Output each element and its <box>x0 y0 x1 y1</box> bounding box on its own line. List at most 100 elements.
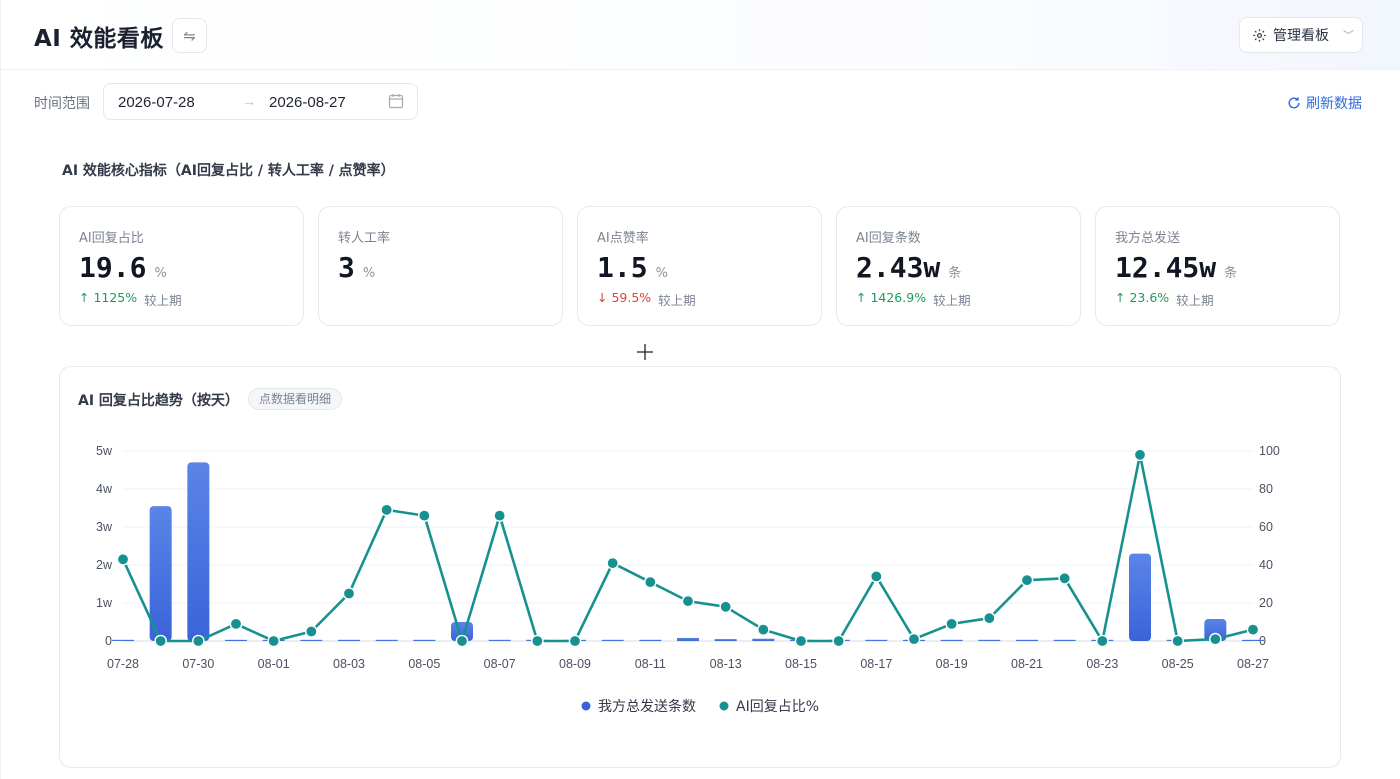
bar <box>677 637 699 641</box>
series-line <box>121 453 1254 643</box>
chevron-down-icon: ﹀ <box>1343 29 1354 42</box>
line-point <box>418 509 431 522</box>
line-point <box>907 632 921 646</box>
kpi-unit: 条 <box>948 266 962 281</box>
bar <box>149 506 172 641</box>
y-left-tick-label: 1w <box>96 596 113 610</box>
bar <box>187 462 210 641</box>
line-point <box>1020 573 1034 587</box>
line-point <box>681 594 695 608</box>
calendar-icon[interactable] <box>388 93 404 109</box>
kpi-value-row: 1.5% <box>597 251 668 284</box>
kpi-label: AI回复条数 <box>856 231 921 246</box>
core-metrics-title: AI 效能核心指标（AI回复占比 / 转人工率 / 点赞率） <box>62 163 395 179</box>
x-tick-label: 08-13 <box>710 657 742 671</box>
kpi-value-row: 2.43w 条 <box>856 251 961 284</box>
crosshair-cursor-icon <box>637 344 653 360</box>
y-right-tick-label: 100 <box>1259 444 1280 458</box>
y-left-tick-label: 3w <box>96 520 113 534</box>
kpi-label: AI点赞率 <box>597 231 649 246</box>
refresh-data-button[interactable]: 刷新数据 <box>1287 93 1362 113</box>
bar <box>978 639 1001 641</box>
refresh-data-label: 刷新数据 <box>1306 96 1362 112</box>
line-point <box>644 575 657 589</box>
kpi-unit: 条 <box>1224 266 1238 281</box>
bar <box>714 639 737 641</box>
line-point <box>229 617 243 631</box>
kpi-card: 转人工率 3% <box>318 206 563 326</box>
bar <box>1129 553 1151 641</box>
line-point <box>455 634 469 648</box>
manage-dashboard-button[interactable]: 管理看板 ﹀ <box>1239 17 1363 53</box>
kpi-compare-label: 较上期 <box>933 293 971 308</box>
date-range-picker[interactable]: 2026-07-28 → 2026-08-27 <box>103 83 418 120</box>
kpi-unit: % <box>655 266 668 281</box>
bar <box>1242 639 1264 641</box>
arrow-up-icon: ↑ 1125% <box>79 290 138 305</box>
x-tick-label: 08-27 <box>1237 657 1269 671</box>
y-right-tick-label: 40 <box>1259 558 1273 572</box>
y-right-tick-label: 80 <box>1259 482 1273 496</box>
line-point <box>192 634 205 648</box>
kpi-card: AI回复占比 19.6% ↑ 1125% 较上期 <box>59 206 304 326</box>
kpi-value: 19.6 <box>79 251 147 284</box>
kpi-delta-value: 1426.9% <box>870 290 927 305</box>
bar <box>375 639 398 641</box>
kpi-value-row: 3% <box>338 251 375 284</box>
line-point <box>116 552 130 566</box>
line-point <box>794 634 808 648</box>
line-point <box>380 503 393 517</box>
arrow-down-icon: ↓ 59.5% <box>597 290 652 305</box>
gear-icon <box>1253 28 1266 42</box>
arrow-up-icon: ↑ 1426.9% <box>856 290 927 305</box>
bar <box>225 639 247 641</box>
kpi-card: AI点赞率 1.5% ↓ 59.5% 较上期 <box>577 206 822 326</box>
kpi-compare-label: 较上期 <box>658 293 696 308</box>
refresh-icon <box>1288 97 1300 109</box>
range-arrow-icon: → <box>242 93 256 109</box>
kpi-delta: ↓ 59.5% 较上期 <box>597 290 696 309</box>
y-right-tick-label: 60 <box>1259 520 1273 534</box>
y-right-tick-label: 20 <box>1259 596 1273 610</box>
kpi-label: AI回复占比 <box>79 231 144 246</box>
y-left-tick-label: 4w <box>96 482 113 496</box>
x-tick-label: 08-11 <box>635 657 666 671</box>
y-left-tick-label: 0 <box>105 634 112 648</box>
y-left-tick-label: 2w <box>96 558 113 572</box>
kpi-delta-value: 23.6% <box>1129 290 1170 305</box>
bar <box>639 639 662 641</box>
x-tick-label: 08-23 <box>1086 657 1118 671</box>
kpi-compare-label: 较上期 <box>1176 293 1214 308</box>
line-point <box>1133 448 1147 462</box>
x-tick-label: 08-25 <box>1162 657 1194 671</box>
kpi-unit: % <box>362 266 376 281</box>
start-date-input[interactable]: 2026-07-28 <box>118 94 195 111</box>
kpi-card: AI回复条数 2.43w 条 ↑ 1426.9% 较上期 <box>836 206 1081 326</box>
legend-bar-marker <box>581 701 591 711</box>
kpi-value-row: 19.6% <box>79 251 167 284</box>
kpi-value: 12.45w <box>1115 251 1217 284</box>
line-point <box>493 509 506 522</box>
line-point <box>568 634 582 648</box>
legend-line-marker <box>719 701 729 711</box>
kpi-value: 2.43w <box>856 251 941 284</box>
x-tick-label: 08-19 <box>936 657 968 671</box>
line-point <box>1171 634 1184 648</box>
x-tick-label: 07-30 <box>182 657 214 671</box>
x-tick-label: 08-07 <box>484 657 516 671</box>
line-point <box>342 587 356 600</box>
kpi-value: 1.5 <box>597 251 648 284</box>
kpi-delta: ↑ 1125% 较上期 <box>79 290 182 309</box>
x-tick-label: 08-09 <box>559 657 591 671</box>
bar <box>1016 639 1038 641</box>
line-point <box>945 617 958 631</box>
end-date-input[interactable]: 2026-08-27 <box>269 94 346 111</box>
x-tick-label: 07-28 <box>107 657 139 671</box>
kpi-label: 转人工率 <box>338 231 391 246</box>
swap-button[interactable]: ⇋ <box>172 18 207 53</box>
kpi-delta: ↑ 23.6% 较上期 <box>1115 290 1214 309</box>
trend-chart[interactable]: 001w202w403w604w805w10007-2807-3008-0108… <box>60 367 1342 769</box>
legend-bar-label: 我方总发送条数 <box>598 698 696 715</box>
bar <box>300 639 323 641</box>
bar <box>413 639 436 641</box>
